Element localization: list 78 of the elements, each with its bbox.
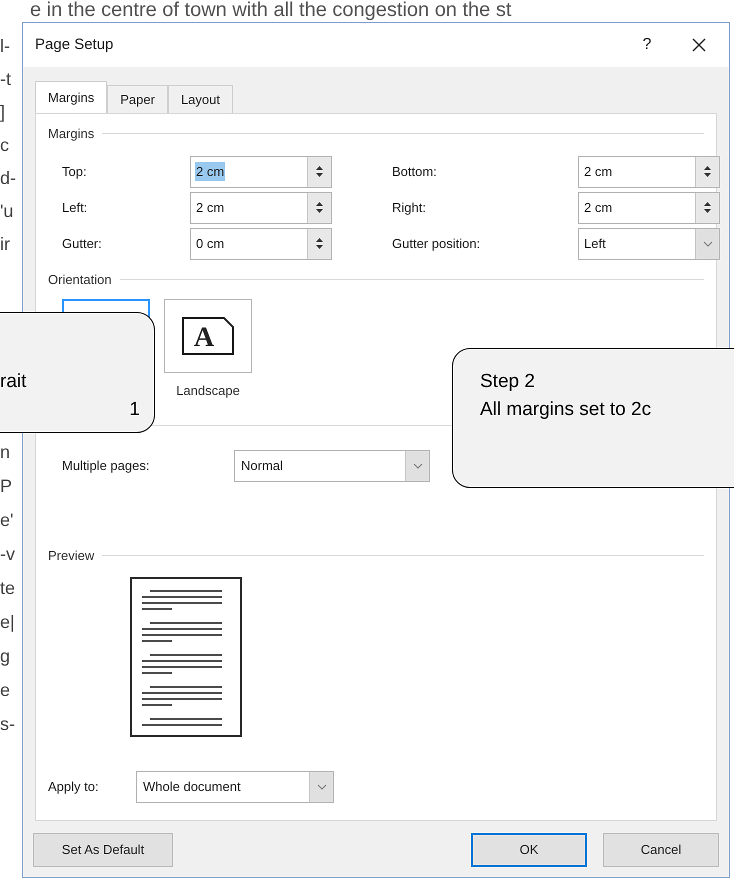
spin-buttons[interactable] [695, 192, 719, 222]
up-arrow-icon [316, 238, 323, 242]
field-label: Left: [62, 198, 88, 217]
section-heading: Margins [48, 125, 94, 143]
down-arrow-icon [704, 209, 711, 213]
up-arrow-icon [704, 166, 711, 170]
field-label: Gutter: [62, 234, 103, 253]
callout-text: 1 [129, 398, 140, 422]
document-text: e in the centre of town with all the congestion on the st [29, 0, 512, 22]
field-value: 2 cm [195, 198, 226, 217]
dropdown-field[interactable]: Left [578, 228, 720, 260]
tab[interactable]: Margins [35, 81, 108, 113]
document-text: -v [0, 544, 16, 564]
chevron-down-icon [412, 462, 422, 468]
spin-buttons[interactable] [307, 192, 331, 222]
up-arrow-icon [316, 202, 323, 206]
dialog-button[interactable]: Cancel [603, 833, 719, 867]
field-value: 0 cm [195, 234, 226, 253]
spinner-field[interactable]: 2 cm [578, 192, 720, 224]
document-text: 'u [0, 201, 14, 221]
help-button[interactable]: ? [625, 27, 669, 63]
document-text: n [0, 442, 12, 462]
spinner-field[interactable]: 2 cm [190, 156, 332, 188]
document-text: e [0, 680, 12, 700]
down-arrow-icon [704, 173, 711, 177]
field-label: Right: [392, 198, 427, 217]
document-text: d- [0, 168, 18, 188]
document-text: te [0, 578, 16, 598]
chevron-down-icon [702, 240, 712, 246]
field-value: Left [583, 234, 607, 253]
document-text: s- [0, 714, 16, 734]
letter-page-icon: A [182, 317, 234, 355]
field-value: 2 cm [583, 198, 614, 217]
tab[interactable]: Paper [107, 85, 168, 113]
field-label: Gutter position: [392, 234, 482, 253]
callout-text: All margins set to 2c [480, 398, 652, 422]
callout-text: Step 2 [480, 370, 535, 394]
close-icon [692, 38, 706, 52]
field-value: Whole document [142, 778, 242, 796]
landscape-label: Landscape [176, 382, 240, 400]
field-label: Multiple pages: [62, 456, 150, 475]
document-text: ] [0, 102, 6, 122]
document-text: e' [0, 510, 14, 530]
document-text: c [0, 135, 10, 155]
dropdown-field[interactable]: Normal [234, 450, 430, 482]
section-heading: Orientation [48, 270, 112, 288]
document-text: l- [0, 36, 11, 56]
dropdown-field[interactable]: Whole document [136, 771, 334, 803]
field-label: Bottom: [392, 162, 438, 181]
callout-text: rait [0, 370, 26, 394]
document-text: -t [0, 69, 12, 89]
spin-buttons[interactable] [307, 228, 331, 258]
document-text: P [0, 476, 14, 496]
field-value: 2 cm [583, 162, 614, 181]
field-value: 2 cm [195, 162, 226, 182]
spinner-field[interactable]: 2 cm [190, 192, 332, 224]
spinner-field[interactable]: 0 cm [190, 228, 332, 260]
spinner-field[interactable]: 2 cm [578, 156, 720, 188]
chevron-down-icon [316, 784, 326, 790]
field-label: Top: [62, 162, 88, 181]
document-text: ir [0, 234, 11, 254]
down-arrow-icon [316, 173, 323, 177]
down-arrow-icon [316, 209, 323, 213]
field-label: Apply to: [48, 778, 100, 796]
document-text: e| [0, 612, 16, 632]
document-text: g [0, 646, 12, 666]
tab[interactable]: Layout [168, 85, 233, 113]
down-arrow-icon [316, 245, 323, 249]
spin-buttons[interactable] [307, 156, 331, 186]
spin-buttons[interactable] [695, 156, 719, 186]
landscape-option[interactable]: A [164, 299, 252, 373]
section-heading: Preview [48, 546, 94, 564]
up-arrow-icon [316, 166, 323, 170]
dialog-button[interactable]: OK [471, 833, 587, 867]
up-arrow-icon [704, 202, 711, 206]
field-value: Normal [240, 456, 284, 475]
dialog-button[interactable]: Set As Default [33, 833, 173, 867]
window-title: Page Setup [35, 34, 114, 55]
